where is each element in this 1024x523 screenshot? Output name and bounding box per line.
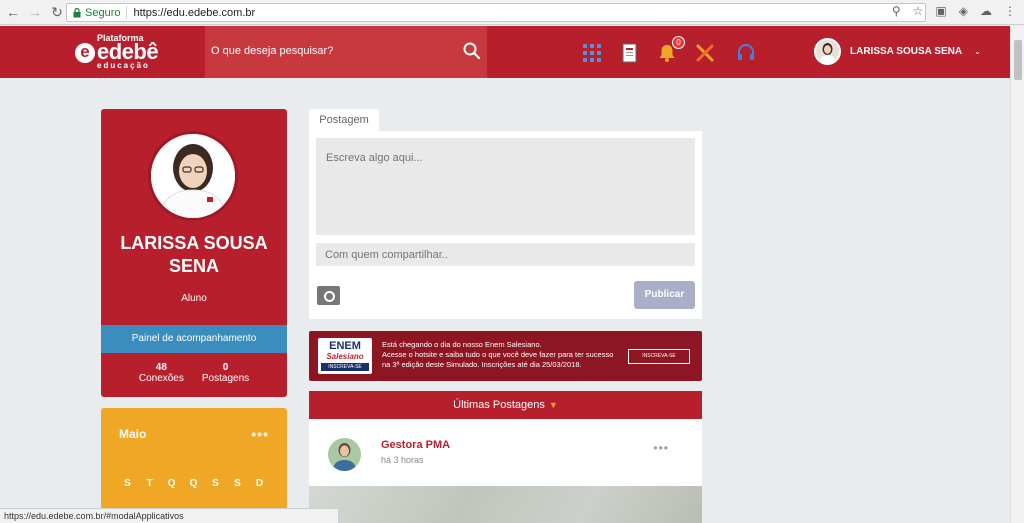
profile-name: LARISSA SOUSA SENA (120, 233, 268, 276)
posts-stat[interactable]: 0 Postagens (202, 362, 249, 384)
calendar-month: Maio (119, 427, 147, 441)
profile-card: LARISSA SOUSA SENA Aluno Painel de acomp… (101, 109, 287, 397)
profile-photo[interactable] (148, 131, 238, 221)
headset-support-icon[interactable] (735, 42, 757, 64)
calendar-more-button[interactable]: ••• (251, 426, 269, 442)
reload-icon[interactable]: ↻ (48, 3, 66, 21)
secure-indicator[interactable]: Seguro (67, 6, 128, 19)
chevron-down-icon: ⌄ (974, 47, 981, 56)
tab-postagem[interactable]: Postagem (309, 109, 379, 132)
camera-icon[interactable] (317, 286, 340, 305)
post-image[interactable] (309, 486, 702, 523)
scroll-thumb[interactable] (1014, 40, 1022, 80)
cloud-extension-icon[interactable]: ☁ (980, 4, 992, 18)
enem-logo: ENEM Salesiano INSCREVA-SE (318, 338, 372, 374)
connections-stat[interactable]: 48 Conexões (139, 362, 184, 384)
latest-posts-title: Últimas Postagens (453, 399, 545, 411)
banner-line: Está chegando o dia do nosso Enem Salesi… (382, 340, 542, 349)
weekday: Q (189, 478, 198, 489)
logo-sub-text: educação (97, 61, 150, 70)
edebe-logo[interactable]: Plataforma e edebê educação (75, 31, 170, 73)
post-timestamp: há 3 horas (381, 455, 424, 465)
weekday: Q (167, 478, 176, 489)
latest-posts-toggle[interactable]: Últimas Postagens ▼ (309, 391, 702, 419)
enem-banner[interactable]: ENEM Salesiano INSCREVA-SE Está chegando… (309, 331, 702, 381)
menu-icon[interactable]: ⋮ (1004, 4, 1016, 18)
post-textarea[interactable] (316, 138, 695, 235)
profile-stats: 48 Conexões 0 Postagens (101, 362, 287, 384)
banner-subscribe-button[interactable]: INSCREVA-SE (628, 349, 690, 364)
publish-button[interactable]: Publicar (634, 281, 695, 309)
enem-logo-line1: ENEM (329, 340, 361, 352)
banner-line: na 3ª edição deste Simulado. Inscrições … (382, 360, 582, 369)
avatar (814, 38, 841, 65)
browser-toolbar: ← → ↻ Seguro https://edu.edebe.com.br ⚲ … (0, 0, 1024, 25)
search-box[interactable]: O que deseja pesquisar? (205, 26, 487, 78)
book-icon[interactable] (619, 42, 641, 64)
url-text: https://edu.edebe.com.br (133, 6, 256, 19)
search-input[interactable]: O que deseja pesquisar? (211, 45, 333, 57)
weekday: S (212, 478, 219, 489)
feed-post: Gestora PMA há 3 horas ••• (309, 419, 702, 523)
connections-label: Conexões (138, 373, 184, 384)
back-icon[interactable]: ← (4, 3, 22, 21)
avatar[interactable] (328, 438, 361, 471)
post-composer: Publicar (309, 131, 702, 319)
connections-count: 48 (155, 362, 167, 373)
share-with-input[interactable] (316, 243, 695, 266)
weekday: D (255, 478, 264, 489)
post-options-button[interactable]: ••• (653, 441, 669, 455)
star-icon[interactable]: ☆ (913, 4, 924, 18)
enem-logo-line3: INSCREVA-SE (321, 363, 369, 371)
secure-label: Seguro (85, 6, 121, 19)
profile-role: Aluno (181, 293, 207, 304)
key-icon[interactable]: ⚲ (892, 4, 901, 18)
lock-icon (73, 7, 81, 17)
tools-icon[interactable] (694, 42, 716, 64)
logo-e-icon: e (75, 43, 95, 63)
user-menu[interactable]: LARISSA SOUSA SENA ⌄ (814, 38, 981, 65)
shield-extension-icon[interactable]: ◈ (959, 4, 968, 18)
notifications-button[interactable]: 0 (656, 36, 685, 64)
app-header: Plataforma e edebê educação O que deseja… (0, 26, 1010, 78)
browser-status-bar: https://edu.edebe.com.br/#modalApplicati… (0, 508, 339, 523)
weekday: S (124, 478, 131, 489)
posts-label: Postagens (201, 373, 250, 384)
banner-line: Acesse o hotsite e saiba tudo o que você… (382, 350, 614, 359)
notification-badge: 0 (672, 36, 685, 49)
forward-icon[interactable]: → (26, 3, 44, 21)
panel-link-button[interactable]: Painel de acompanhamento (101, 325, 287, 353)
page-scrollbar[interactable] (1010, 26, 1024, 523)
browser-actions: ⚲ ☆ ▣ ◈ ☁ ⋮ (892, 4, 1016, 18)
calendar-weekdays: S T Q Q S S D (121, 478, 266, 489)
extension-icon[interactable]: ▣ (935, 4, 946, 18)
weekday: S (234, 478, 241, 489)
enem-logo-line2: Salesiano (326, 352, 364, 361)
address-bar[interactable]: Seguro https://edu.edebe.com.br (66, 3, 926, 22)
banner-text: Está chegando o dia do nosso Enem Salesi… (382, 340, 622, 370)
user-name: LARISSA SOUSA SENA (850, 46, 963, 57)
chevron-down-icon: ▼ (548, 400, 558, 410)
post-author[interactable]: Gestora PMA (381, 439, 450, 451)
search-icon[interactable] (463, 42, 481, 60)
calendar-card: Maio ••• S T Q Q S S D (101, 408, 287, 523)
posts-count: 0 (222, 362, 229, 373)
apps-grid-icon[interactable] (581, 42, 603, 64)
weekday: T (146, 478, 153, 489)
